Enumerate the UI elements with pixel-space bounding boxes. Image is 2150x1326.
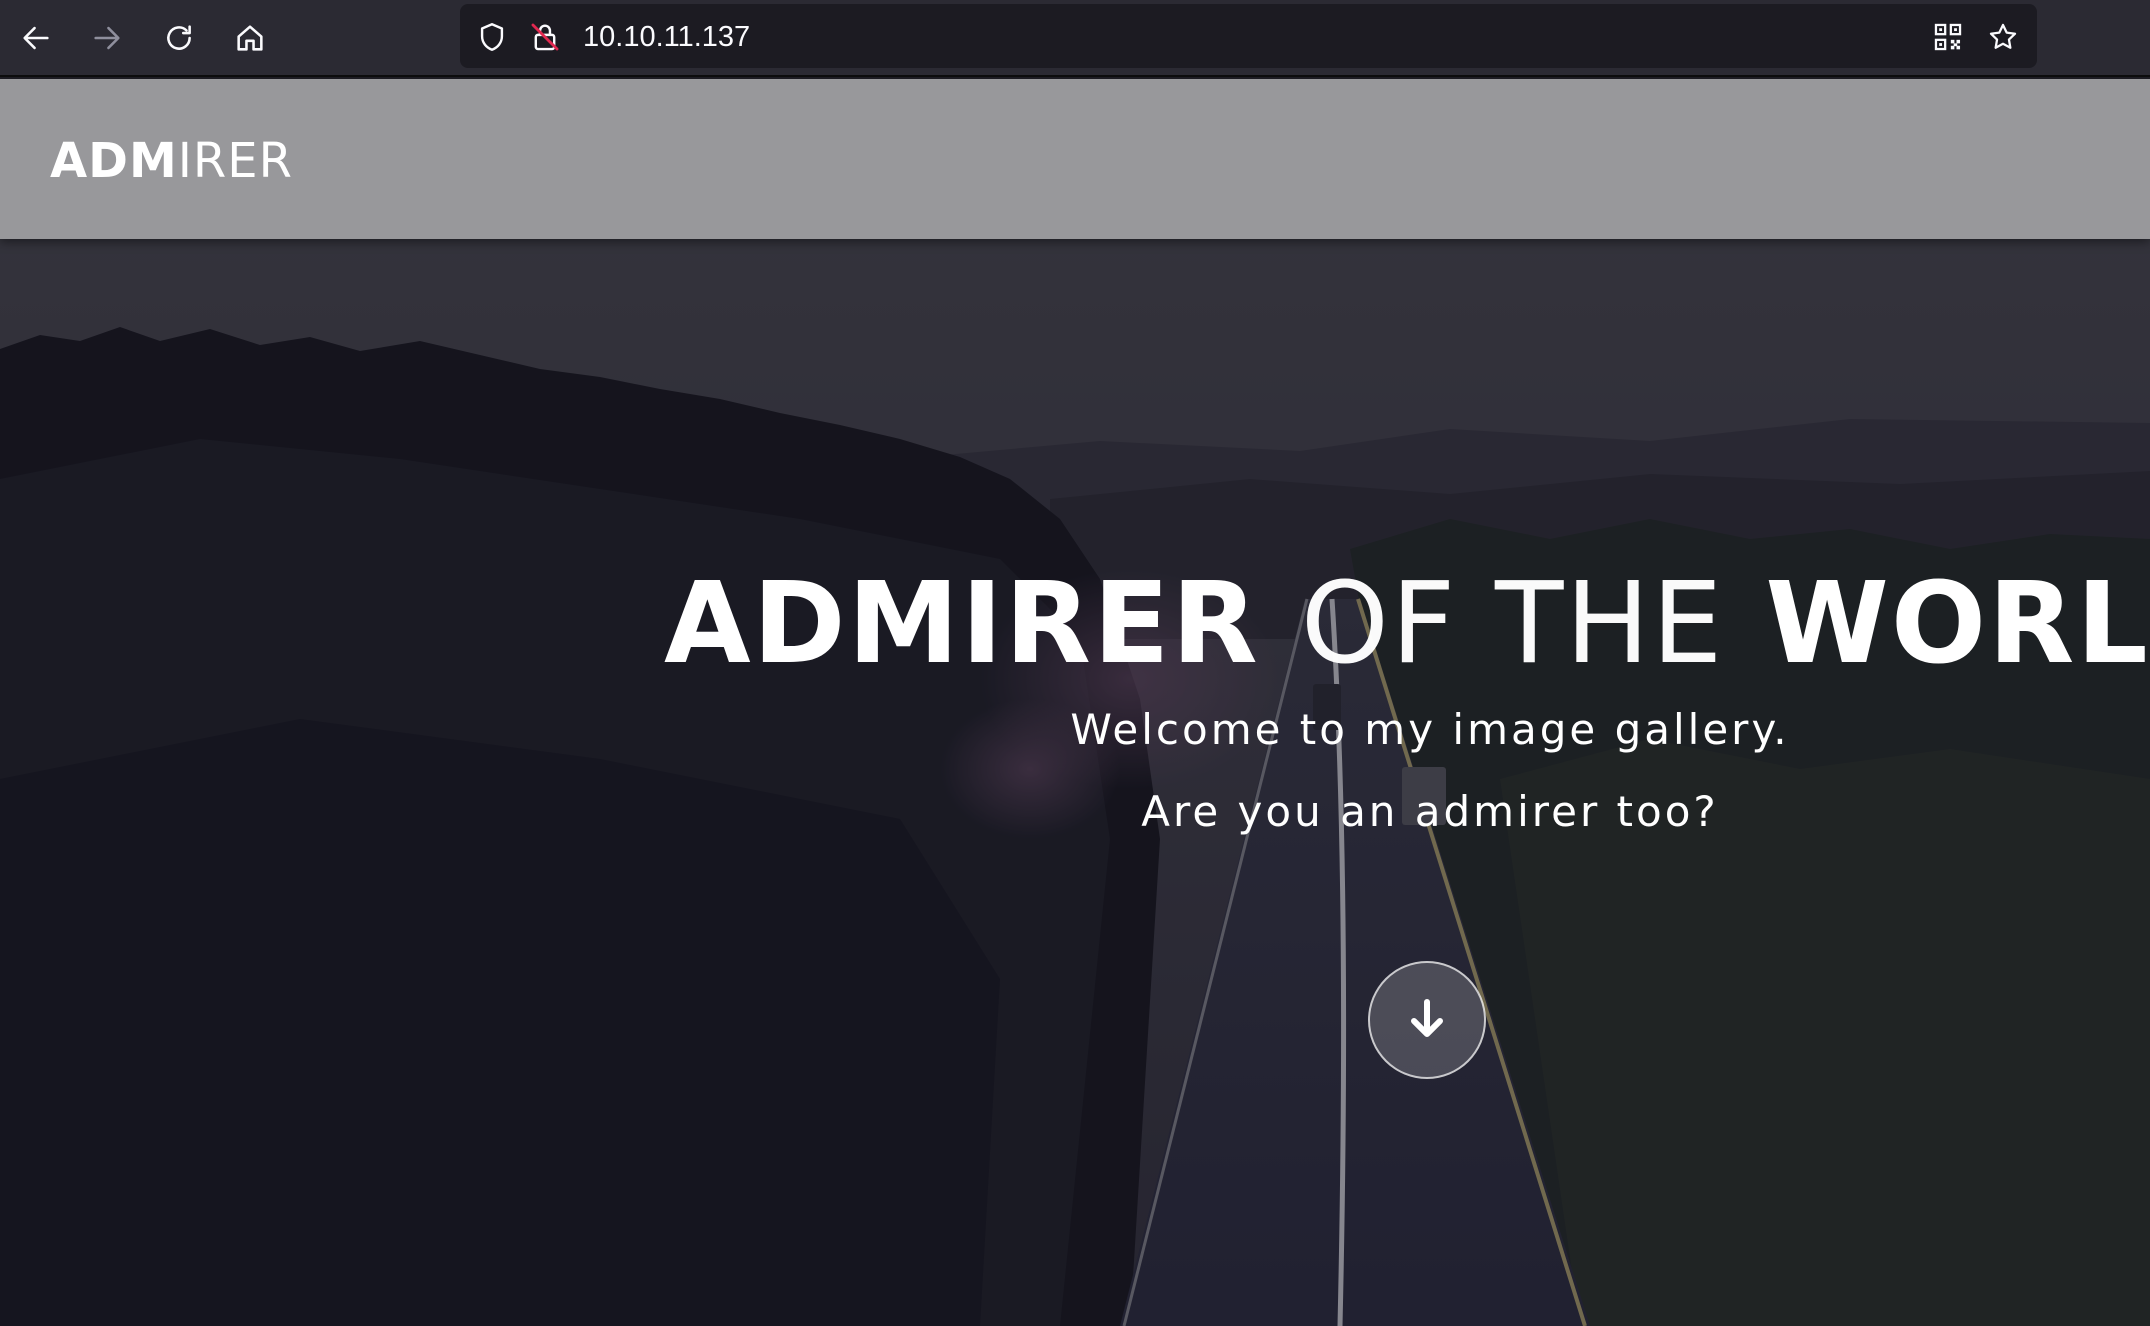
browser-toolbar: 10.10.11.137 [0, 0, 2150, 77]
hero-background-image [0, 79, 2150, 1326]
reload-icon [167, 25, 191, 50]
forward-button[interactable] [79, 10, 135, 66]
logo-bold-text: ADM [50, 133, 178, 189]
lock-insecure-icon[interactable] [528, 20, 562, 54]
arrow-right-icon [94, 26, 120, 50]
url-text[interactable]: 10.10.11.137 [583, 20, 750, 54]
home-icon [237, 25, 263, 51]
qr-code-icon[interactable] [1931, 20, 1965, 54]
shield-icon[interactable] [475, 20, 509, 54]
logo-light-text: IRER [177, 133, 293, 189]
back-button[interactable] [8, 10, 64, 66]
scroll-down-button[interactable] [1368, 961, 1486, 1079]
page-viewport: ADMIRER ADMIRER OF THE WORLD Welcome to … [0, 79, 2150, 1326]
arrow-down-icon [1411, 999, 1443, 1037]
url-bar[interactable]: 10.10.11.137 [460, 4, 2037, 68]
star-icon[interactable] [1986, 20, 2020, 54]
hero-question-text: Are you an admirer too? [1141, 787, 1719, 836]
hero-title-of-the: OF THE [1300, 559, 1725, 689]
hero-welcome-text: Welcome to my image gallery. [1070, 705, 1790, 754]
hero-title: ADMIRER OF THE WORLD [664, 559, 2150, 689]
arrow-left-icon [23, 26, 49, 50]
hero-title-admirer: ADMIRER [664, 559, 1260, 689]
site-logo[interactable]: ADMIRER [50, 134, 293, 188]
home-button[interactable] [222, 10, 278, 66]
site-header: ADMIRER [0, 79, 2150, 239]
hero-title-world: WORLD [1765, 559, 2150, 689]
reload-button[interactable] [151, 10, 207, 66]
